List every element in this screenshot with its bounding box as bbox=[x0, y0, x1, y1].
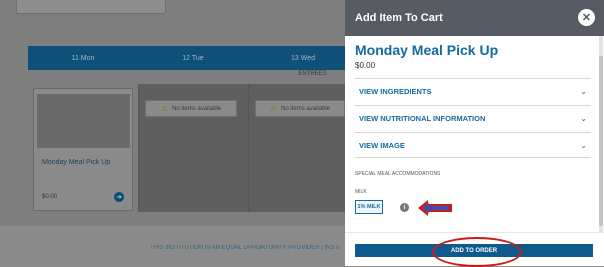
item-title: Monday Meal Pick Up bbox=[355, 42, 499, 58]
no-items-text: No items available bbox=[281, 105, 331, 112]
no-items-notice: ⚠ No items available bbox=[255, 100, 345, 117]
no-items-text: No items available bbox=[172, 105, 222, 112]
accordion-label: VIEW NUTRITIONAL INFORMATION bbox=[359, 114, 486, 123]
meal-card-price: $0.00 bbox=[42, 194, 58, 200]
item-price: $0.00 bbox=[355, 61, 376, 70]
no-items-notice: ⚠ No items available bbox=[145, 100, 237, 117]
scrollbar-thumb[interactable] bbox=[599, 56, 603, 226]
accordion-view-image[interactable]: VIEW IMAGE ⌄ bbox=[355, 132, 591, 158]
day-label-wed: 13 Wed bbox=[291, 54, 315, 62]
week-day-header: 11 Mon 12 Tue 13 Wed bbox=[28, 46, 358, 70]
arrow-right-icon[interactable]: ➜ bbox=[114, 192, 124, 202]
meal-image-placeholder bbox=[37, 94, 130, 148]
meal-card[interactable]: Monday Meal Pick Up $0.00 ➜ bbox=[33, 88, 133, 211]
milk-label: MILK bbox=[355, 189, 367, 195]
warning-icon: ⚠ bbox=[160, 104, 169, 113]
milk-option-button[interactable]: 1% MILK bbox=[355, 200, 383, 214]
annotation-ellipse bbox=[432, 237, 522, 267]
special-accommodations-label: SPECIAL MEAL ACCOMMODATIONS bbox=[355, 171, 441, 177]
scrollbar[interactable] bbox=[599, 36, 603, 232]
chevron-down-icon: ⌄ bbox=[580, 140, 587, 150]
add-item-panel: Add Item To Cart ✕ Monday Meal Pick Up $… bbox=[345, 0, 604, 266]
close-button[interactable]: ✕ bbox=[578, 9, 595, 26]
day-label-tue: 12 Tue bbox=[182, 54, 204, 62]
panel-header: Add Item To Cart ✕ bbox=[345, 0, 604, 36]
info-icon[interactable]: i bbox=[400, 203, 409, 212]
accordion-label: VIEW IMAGE bbox=[359, 140, 405, 150]
footer-text: THIS INSTITUTION IS AN EQUAL OPPORTUNITY… bbox=[150, 245, 340, 251]
section-label-entrees: ENTREES bbox=[298, 71, 327, 77]
day-label-mon: 11 Mon bbox=[71, 54, 95, 62]
warning-icon: ⚠ bbox=[269, 104, 278, 113]
accordion-view-ingredients[interactable]: VIEW INGREDIENTS ⌄ bbox=[355, 78, 591, 104]
accordion-view-nutrition[interactable]: VIEW NUTRITIONAL INFORMATION ⌄ bbox=[355, 105, 591, 131]
annotation-arrow-icon bbox=[418, 200, 452, 216]
chevron-down-icon: ⌄ bbox=[580, 114, 587, 123]
top-card bbox=[16, 0, 166, 14]
meal-card-title: Monday Meal Pick Up bbox=[42, 159, 111, 166]
close-icon: ✕ bbox=[581, 12, 592, 24]
panel-title: Add Item To Cart bbox=[355, 12, 443, 24]
accordion-label: VIEW INGREDIENTS bbox=[359, 87, 432, 96]
chevron-down-icon: ⌄ bbox=[580, 87, 587, 96]
